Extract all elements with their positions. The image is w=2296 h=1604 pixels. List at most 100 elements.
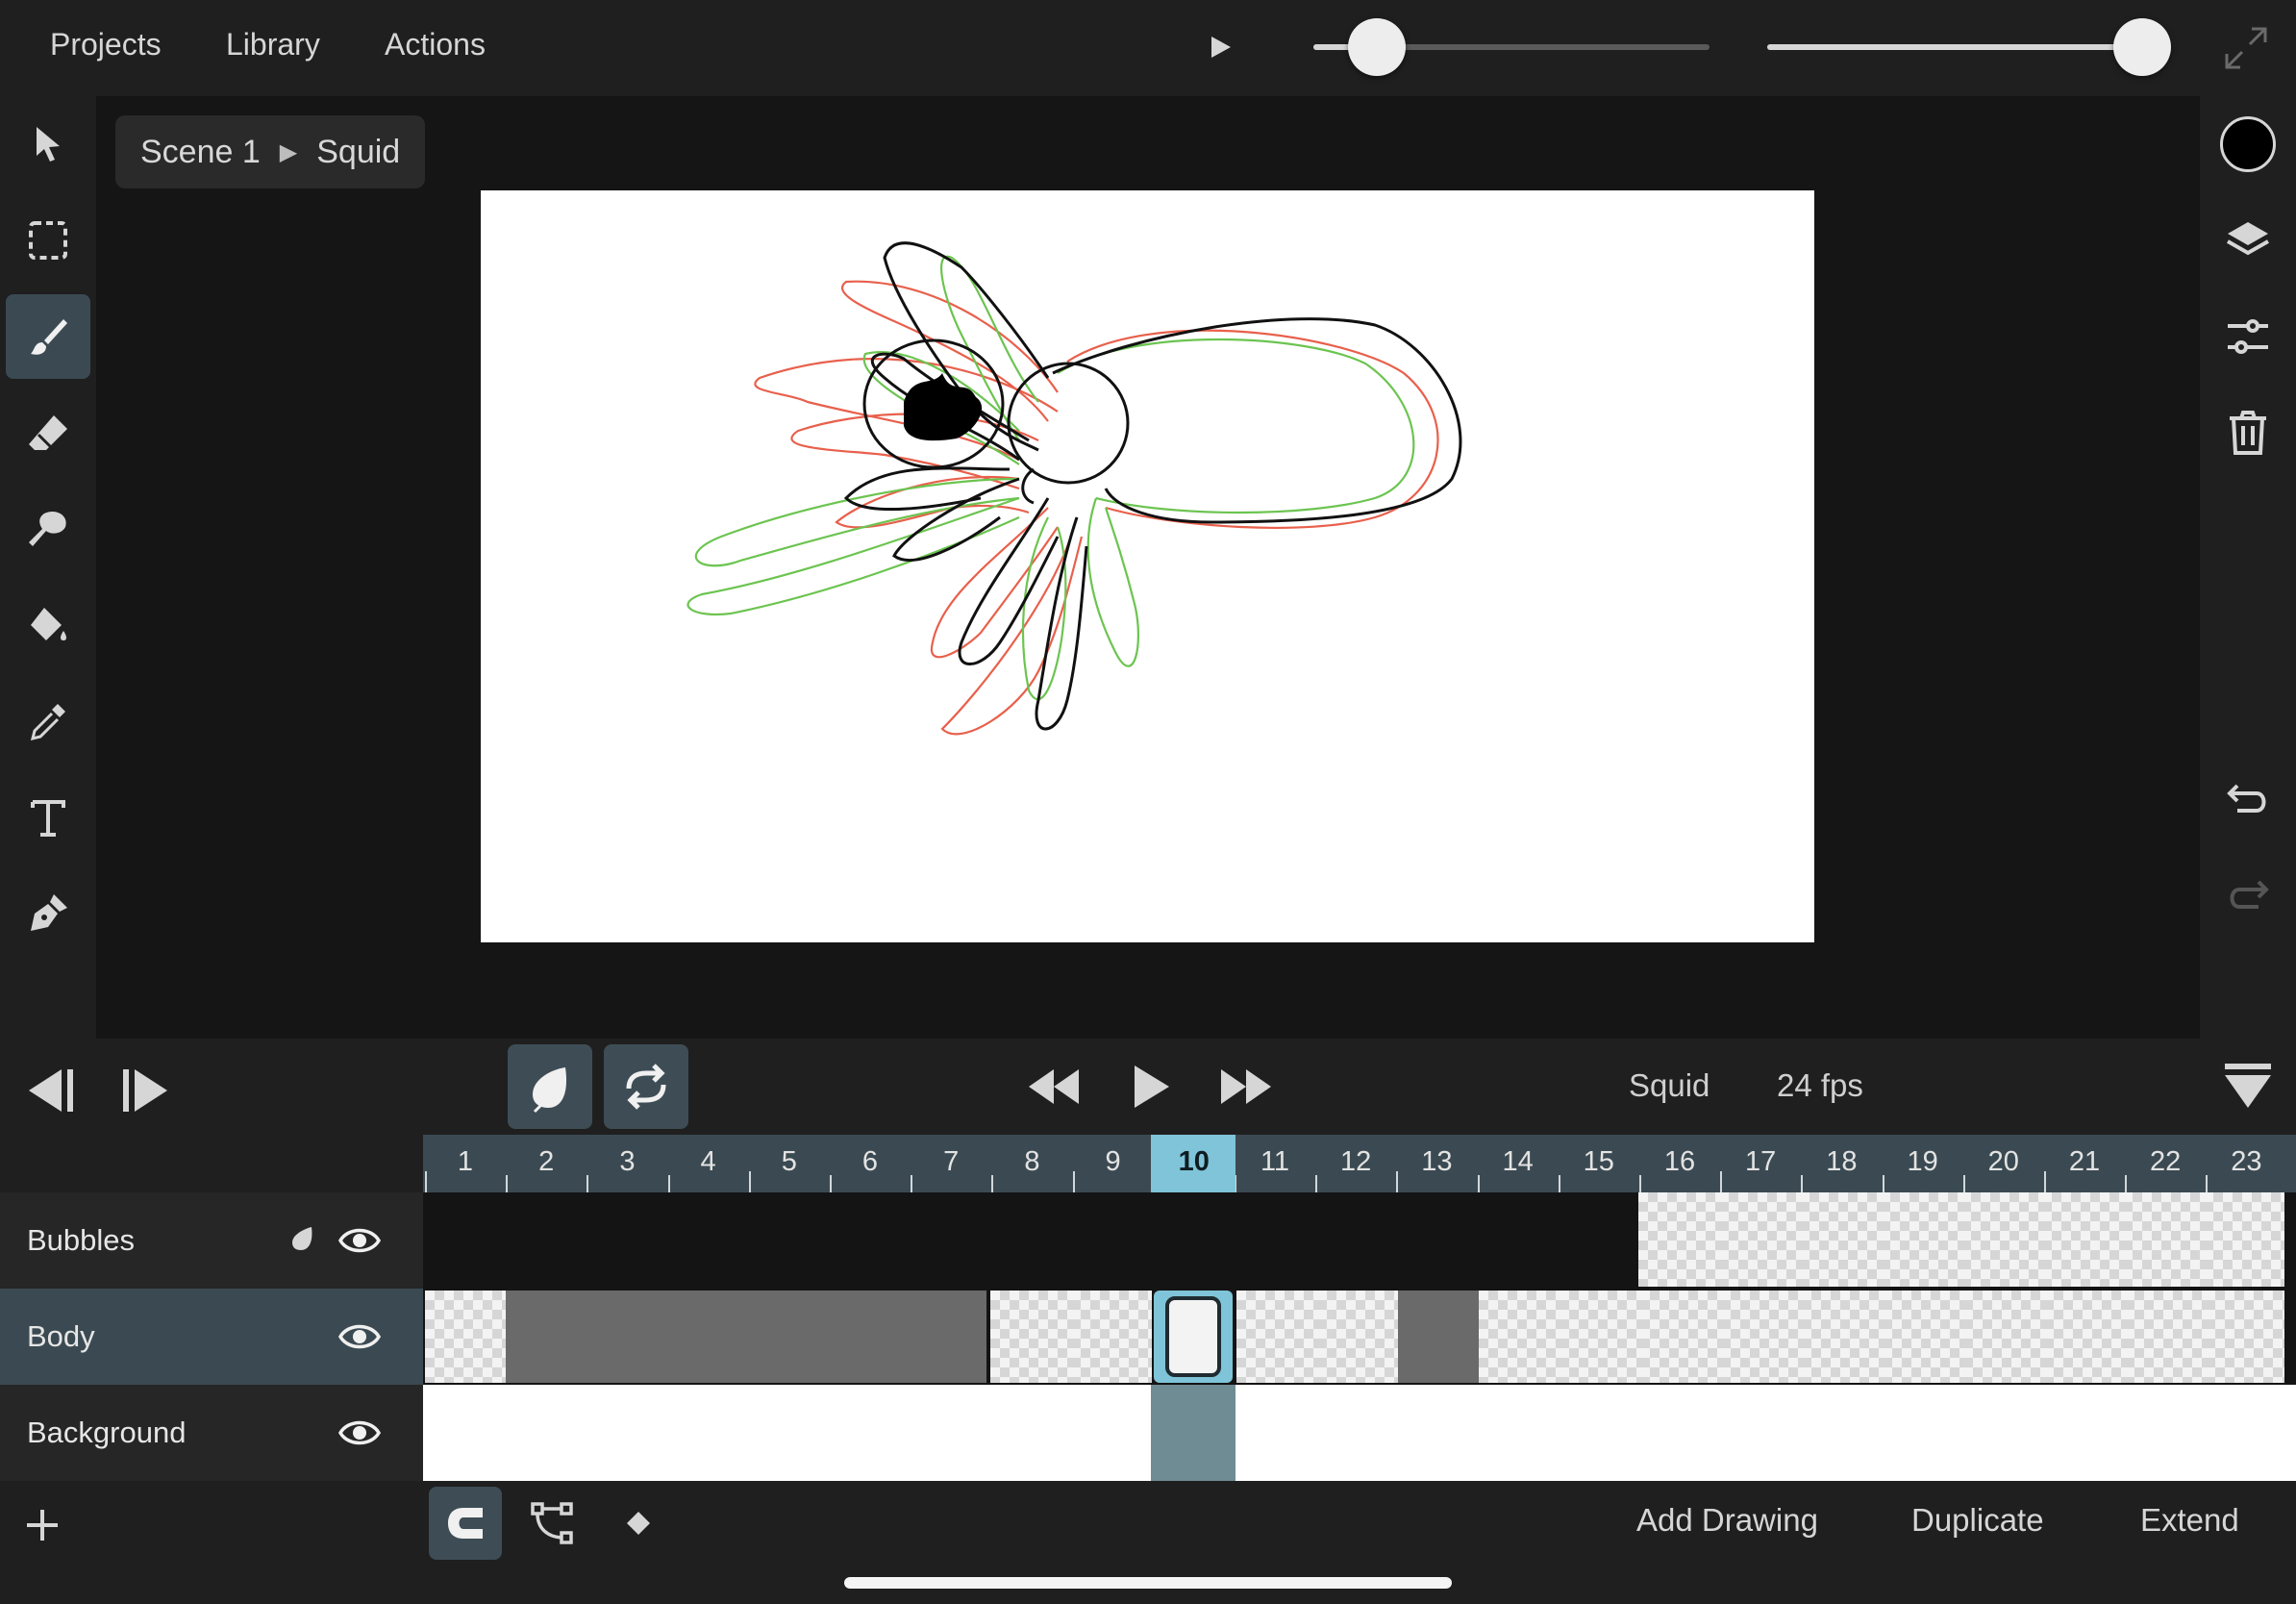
body-frame-cell[interactable] [990,1291,1071,1383]
menu-projects[interactable]: Projects [50,27,162,63]
body-frame-cell[interactable] [1721,1291,1802,1383]
brush-tool[interactable] [6,294,90,379]
body-frame-cell[interactable] [1317,1291,1398,1383]
frame-number[interactable]: 7 [911,1146,991,1178]
body-frame-cell[interactable] [1883,1291,1963,1383]
bubbles-frame-cell[interactable] [2042,1192,2123,1287]
frame-number[interactable]: 17 [1720,1146,1801,1178]
layer-row-body[interactable]: Body [0,1289,423,1385]
frame-number[interactable]: 16 [1639,1146,1720,1178]
body-frame-cell[interactable] [2044,1291,2125,1383]
layer-row-background[interactable]: Background [0,1385,423,1481]
frame-number[interactable]: 23 [2206,1146,2286,1178]
frame-number[interactable]: 18 [1801,1146,1882,1178]
body-current-frame-cell[interactable] [1154,1291,1233,1383]
next-frame-button[interactable] [117,1060,179,1121]
color-swatch-button[interactable] [2208,104,2288,185]
menu-library[interactable]: Library [226,27,320,63]
body-frame-cell[interactable] [1398,1291,1479,1383]
body-frame-cell[interactable] [2125,1291,2206,1383]
eye-icon[interactable] [338,1412,381,1454]
fullscreen-icon[interactable] [2221,23,2271,78]
body-frame-cell-extended[interactable] [506,1291,986,1383]
onion-skin-toggle[interactable] [508,1044,592,1129]
menu-actions[interactable]: Actions [385,27,486,63]
frame-number[interactable]: 6 [830,1146,911,1178]
frame-number[interactable]: 21 [2044,1146,2125,1178]
extend-button[interactable]: Extend [2140,1502,2239,1539]
frame-number[interactable]: 10 [1154,1146,1235,1178]
fps-label[interactable]: 24 fps [1777,1067,1863,1104]
add-drawing-button[interactable]: Add Drawing [1636,1502,1818,1539]
breadcrumb[interactable]: Scene 1 ▶ Squid [115,115,426,188]
onion-skin-layer-icon[interactable] [288,1225,315,1252]
body-frame-cell[interactable] [1963,1291,2044,1383]
keyframe-button[interactable] [602,1487,675,1560]
bubbles-frame-cell[interactable] [1961,1192,2042,1287]
breadcrumb-layer[interactable]: Squid [316,134,400,171]
undo-button[interactable] [2208,760,2288,840]
frame-number[interactable]: 4 [668,1146,749,1178]
pen-tool[interactable] [6,871,90,956]
eyedropper-tool[interactable] [6,679,90,764]
brush-size-slider-knob[interactable] [1347,18,1406,76]
frame-number[interactable]: 20 [1963,1146,2044,1178]
add-layer-button[interactable] [21,1504,63,1551]
text-tool[interactable] [6,775,90,860]
breadcrumb-scene[interactable]: Scene 1 [140,134,261,171]
eye-icon[interactable] [338,1219,381,1262]
frame-number[interactable]: 12 [1315,1146,1396,1178]
duplicate-button[interactable]: Duplicate [1911,1502,2044,1539]
fill-bucket-tool[interactable] [6,583,90,667]
frame-number[interactable]: 9 [1073,1146,1154,1178]
marquee-select-tool[interactable] [6,198,90,283]
frame-number[interactable]: 8 [991,1146,1072,1178]
clip-name[interactable]: Squid [1629,1067,1710,1104]
frame-number[interactable]: 1 [425,1146,506,1178]
previous-frame-button[interactable] [15,1060,77,1121]
opacity-slider-knob[interactable] [2113,18,2171,76]
frame-number[interactable]: 3 [586,1146,667,1178]
frame-number[interactable]: 13 [1396,1146,1477,1178]
preview-play-icon[interactable] [1208,35,1233,64]
adjustments-button[interactable] [2208,296,2288,377]
bubbles-frame-cell[interactable] [1800,1192,1881,1287]
body-frame-cell[interactable] [1071,1291,1152,1383]
bubbles-frame-cell[interactable] [2123,1192,2204,1287]
background-track[interactable] [423,1385,2296,1481]
bubbles-frame-cell[interactable] [1638,1192,1719,1287]
eraser-tool[interactable] [6,390,90,475]
magnet-snap-toggle[interactable] [429,1487,502,1560]
frame-number[interactable]: 14 [1478,1146,1559,1178]
collapse-timeline-button[interactable] [2219,1058,2277,1115]
frame-number[interactable]: 22 [2125,1146,2206,1178]
body-frame-cell[interactable] [1802,1291,1883,1383]
body-frame-cell[interactable] [2206,1291,2284,1383]
select-arrow-tool[interactable] [6,102,90,187]
loop-toggle[interactable] [604,1044,688,1129]
frame-number[interactable]: 2 [506,1146,586,1178]
redo-button[interactable] [2208,856,2288,937]
body-frame-cell[interactable] [1236,1291,1317,1383]
fast-forward-button[interactable] [1215,1056,1277,1117]
body-frame-cell[interactable] [1560,1291,1640,1383]
bubbles-frame-cell[interactable] [1719,1192,1800,1287]
body-frame-cell[interactable] [1640,1291,1721,1383]
bubbles-frame-cell[interactable] [2204,1192,2284,1287]
smudge-tool[interactable] [6,487,90,571]
rewind-button[interactable] [1023,1056,1085,1117]
body-frame-cell[interactable] [1479,1291,1560,1383]
frame-number[interactable]: 11 [1235,1146,1315,1178]
frame-number[interactable]: 15 [1559,1146,1639,1178]
bubbles-frame-cell[interactable] [1881,1192,1961,1287]
artboard[interactable] [481,190,1814,942]
layer-row-bubbles[interactable]: Bubbles [0,1192,423,1289]
motion-path-button[interactable] [515,1487,588,1560]
frame-number[interactable]: 5 [749,1146,830,1178]
body-frame-cell[interactable] [425,1291,506,1383]
play-button[interactable] [1119,1056,1181,1117]
eye-icon[interactable] [338,1316,381,1358]
frame-number[interactable]: 19 [1883,1146,1963,1178]
delete-button[interactable] [2208,392,2288,473]
layers-button[interactable] [2208,200,2288,281]
